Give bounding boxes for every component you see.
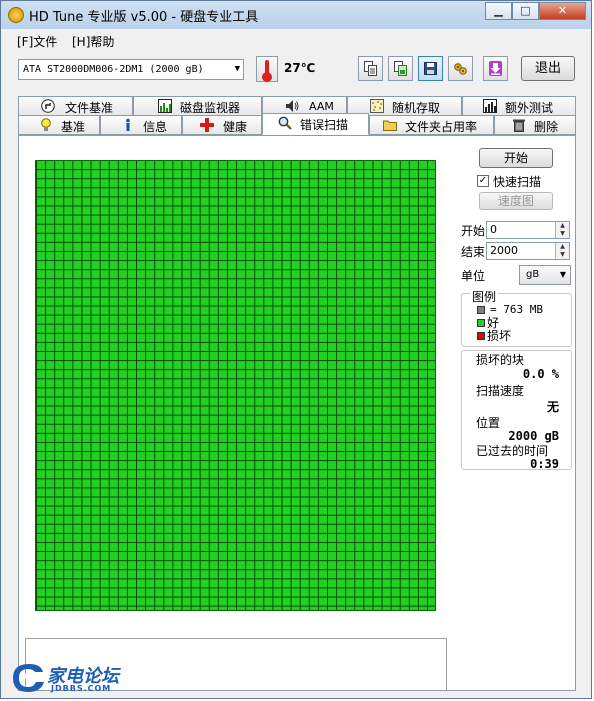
tab-error-scan[interactable]: 错误扫描 xyxy=(262,113,369,135)
tab-extra-tests[interactable]: 额外测试 xyxy=(462,96,576,116)
tab-label: 信息 xyxy=(143,120,168,134)
toolbar: ATA ST2000DM006-2DM1 (2000 gB) ▼ 27℃ 退出 xyxy=(1,51,591,89)
app-logo-icon xyxy=(8,7,24,23)
lightbulb-icon xyxy=(41,118,51,131)
tab-benchmark[interactable]: 基准 xyxy=(18,115,100,135)
scan-block-map xyxy=(35,160,436,611)
maximize-button[interactable]: □ xyxy=(512,2,539,20)
quick-scan-label: 快速扫描 xyxy=(493,175,542,189)
save-button[interactable] xyxy=(418,56,443,81)
options-button[interactable] xyxy=(448,56,473,81)
damaged-blocks-value: 0.0 % xyxy=(522,367,559,381)
thermometer-icon xyxy=(256,56,278,82)
start-position-value: 0 xyxy=(490,223,497,236)
legend-box: 图例 = 763 MB 好 损坏 xyxy=(461,288,572,347)
watermark-subtext: JDBBS.COM xyxy=(51,684,112,693)
window-title: HD Tune 专业版 v5.00 - 硬盘专业工具 xyxy=(29,10,259,25)
position-label: 位置 xyxy=(476,416,501,430)
copy-icon xyxy=(364,61,377,76)
trash-icon xyxy=(513,119,525,132)
tab-label: 基准 xyxy=(61,120,86,134)
tab-label: 文件基准 xyxy=(65,101,114,115)
magnifier-icon xyxy=(278,116,292,130)
legend-good-swatch xyxy=(477,319,485,327)
tab-erase[interactable]: 删除 xyxy=(494,115,576,135)
legend-bad-label: 损坏 xyxy=(487,329,512,343)
start-scan-button[interactable]: 开始 xyxy=(479,148,553,168)
damaged-blocks-label: 损坏的块 xyxy=(476,353,525,367)
start-position-label: 开始 xyxy=(461,224,486,238)
scan-stats-box: 损坏的块 0.0 % 扫描速度 无 位置 2000 gB 已过去的时间 0:39 xyxy=(461,350,572,471)
spinner-arrows-icon[interactable]: ▲ ▼ xyxy=(555,222,569,238)
close-button[interactable]: ✕ xyxy=(539,2,586,20)
temperature-readout: 27℃ xyxy=(284,61,316,75)
legend-bad-swatch xyxy=(477,332,485,340)
error-scan-panel: 开始 ✓ 快速扫描 速度图 开始 0 ▲ ▼ 结束 2000 ▲ ▼ 单位 gB ▼… xyxy=(18,135,576,691)
tab-label: 额外测试 xyxy=(505,101,554,115)
tab-label: 磁盘监视器 xyxy=(180,101,241,115)
wrench-icon xyxy=(454,63,467,75)
tab-disk-monitor[interactable]: 磁盘监视器 xyxy=(133,96,262,116)
tab-file-benchmark[interactable]: 文件基准 xyxy=(18,96,133,116)
tab-label: 文件夹占用率 xyxy=(405,120,478,134)
title-bar: HD Tune 专业版 v5.00 - 硬盘专业工具 ▁ □ ✕ xyxy=(1,1,591,30)
copy-screenshot-button[interactable] xyxy=(388,56,413,81)
folder-icon xyxy=(383,120,397,131)
unit-select[interactable]: gB ▼ xyxy=(519,265,571,285)
download-arrow-icon xyxy=(489,61,502,76)
menu-bar: [F]文件 [H]帮助 xyxy=(1,29,591,51)
download-button[interactable] xyxy=(483,56,508,81)
start-position-input[interactable]: 0 ▲ ▼ xyxy=(486,221,570,239)
file-benchmark-icon xyxy=(41,99,55,113)
tab-folder-usage[interactable]: 文件夹占用率 xyxy=(369,115,494,135)
app-window: HD Tune 专业版 v5.00 - 硬盘专业工具 ▁ □ ✕ [F]文件 [… xyxy=(0,0,592,699)
unit-select-value: gB xyxy=(526,269,540,280)
tab-health[interactable]: 健康 xyxy=(182,115,262,135)
tab-label: 随机存取 xyxy=(392,101,441,115)
tab-label: 错误扫描 xyxy=(300,118,349,132)
floppy-disk-icon xyxy=(424,62,437,75)
exit-button[interactable]: 退出 xyxy=(521,56,575,81)
drive-select[interactable]: ATA ST2000DM006-2DM1 (2000 gB) ▼ xyxy=(18,59,244,80)
extra-tests-icon xyxy=(483,99,497,113)
copy-image-icon xyxy=(394,61,407,76)
speaker-icon xyxy=(286,100,299,112)
chevron-down-icon: ▼ xyxy=(559,270,566,279)
tab-info[interactable]: 信息 xyxy=(100,115,182,135)
disk-monitor-icon xyxy=(158,99,172,113)
speed-map-button[interactable]: 速度图 xyxy=(479,192,553,210)
legend-block-swatch xyxy=(477,306,485,314)
elapsed-time-value: 0:39 xyxy=(530,457,559,471)
copy-info-button[interactable] xyxy=(358,56,383,81)
tab-label: AAM xyxy=(309,100,334,113)
minimize-button[interactable]: ▁ xyxy=(485,2,512,20)
tab-label: 健康 xyxy=(223,120,248,134)
quick-scan-checkbox[interactable]: ✓ xyxy=(477,175,489,187)
scan-speed-value: 无 xyxy=(546,400,559,414)
menu-help[interactable]: [H]帮助 xyxy=(72,33,114,50)
menu-file[interactable]: [F]文件 xyxy=(17,33,57,50)
spinner-arrows-icon[interactable]: ▲ ▼ xyxy=(555,243,569,259)
drive-select-value: ATA ST2000DM006-2DM1 (2000 gB) xyxy=(23,64,204,75)
health-cross-icon xyxy=(200,118,214,132)
position-value: 2000 gB xyxy=(508,429,559,443)
tab-label: 删除 xyxy=(534,120,559,134)
end-position-label: 结束 xyxy=(461,245,486,259)
forum-watermark-logo: 家电论坛 JDBBS.COM xyxy=(7,660,137,696)
info-icon xyxy=(126,118,130,131)
scan-speed-label: 扫描速度 xyxy=(476,384,525,398)
random-access-icon xyxy=(370,99,384,113)
unit-label: 单位 xyxy=(461,269,486,283)
end-position-input[interactable]: 2000 ▲ ▼ xyxy=(486,242,570,260)
end-position-value: 2000 xyxy=(490,244,518,257)
chevron-down-icon: ▼ xyxy=(234,64,240,74)
